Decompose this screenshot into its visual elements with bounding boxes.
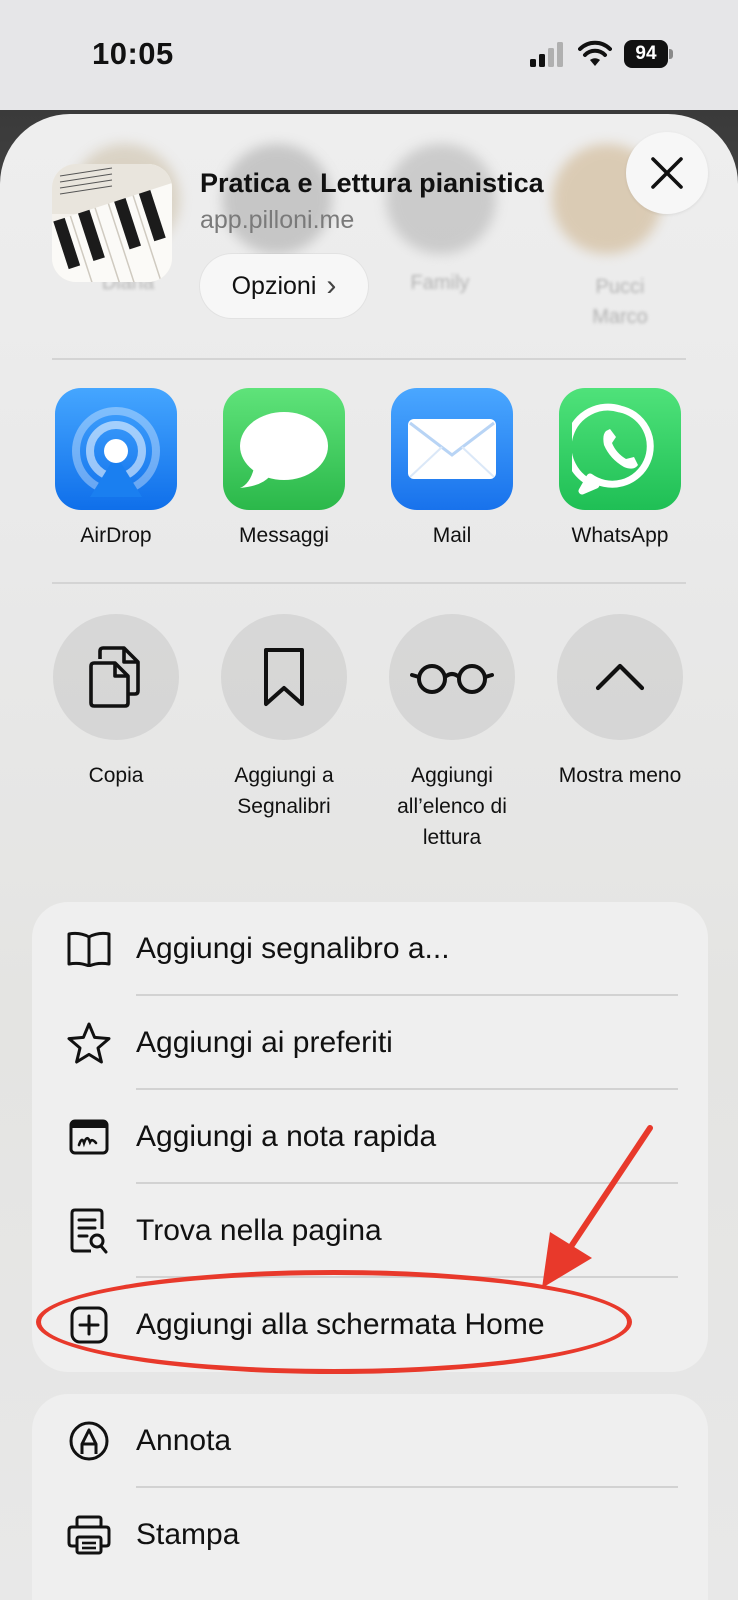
airdrop-icon [55,388,177,510]
menu-item-label: Aggiungi segnalibro a... [136,932,450,965]
share-target-label: WhatsApp [571,524,669,547]
bookmark-icon [264,648,304,706]
menu-item-label: Trova nella pagina [136,1214,382,1247]
menu-item-label: Stampa [136,1518,240,1551]
divider [52,582,686,584]
app-thumbnail [52,164,172,282]
action-label: Mostra meno [558,764,682,787]
page-url: app.pilloni.me [200,206,355,234]
menu-item-add-favorites[interactable]: Aggiungi ai preferiti [32,996,708,1090]
action-label: Aggiungi all’elenco di lettura [397,764,507,849]
ghost-contact-label: Family [410,272,470,294]
star-icon [66,1020,112,1066]
messages-icon [223,388,345,510]
action-copy-button[interactable] [53,614,179,740]
mail-icon [391,388,513,510]
action-bookmark-button[interactable] [221,614,347,740]
annotation-arrow-icon [542,1125,653,1288]
cellular-signal-icon [530,42,563,67]
action-label: Copia [88,764,144,787]
share-target-label: Mail [432,524,472,547]
menu-item-print[interactable]: Stampa [32,1488,708,1582]
status-bar: 10:05 94 [0,0,738,110]
options-button[interactable]: Opzioni › [200,254,368,318]
close-icon [651,157,683,189]
whatsapp-icon [559,388,681,510]
status-time: 10:05 [92,36,174,71]
printer-icon [66,1512,112,1558]
quick-note-icon [66,1114,112,1160]
wifi-icon [578,40,612,66]
copy-icon [89,646,140,708]
battery-level: 94 [624,40,668,68]
menu-item-label: Aggiungi a nota rapida [136,1120,437,1153]
find-in-page-icon [66,1208,112,1254]
share-target-messages[interactable]: Messaggi [209,388,359,548]
action-copy[interactable]: Copia [31,614,201,791]
menu-item-label: Annota [136,1424,232,1457]
menu-item-markup[interactable]: Annota [32,1394,708,1488]
options-label: Opzioni [231,271,317,300]
chevron-right-icon: › [326,269,337,302]
action-label: Aggiungi a Segnalibri [234,764,334,818]
action-add-bookmark[interactable]: Aggiungi a Segnalibri [199,614,369,822]
menu-item-add-bookmark-to[interactable]: Aggiungi segnalibro a... [32,902,708,996]
share-sheet: Diana Family Pucci Marco Pratica e Lettu… [0,114,738,1600]
divider [52,358,686,360]
share-target-airdrop[interactable]: AirDrop [41,388,191,548]
share-target-label: AirDrop [80,524,152,547]
ghost-contact-label: Pucci Marco [592,276,648,328]
action-show-less-button[interactable] [557,614,683,740]
menu-item-label: Aggiungi ai preferiti [136,1026,393,1059]
close-button[interactable] [626,132,708,214]
battery-icon: 94 [624,40,673,68]
share-target-whatsapp[interactable]: WhatsApp [545,388,695,548]
glasses-icon [410,664,494,694]
share-target-mail[interactable]: Mail [377,388,527,548]
page-title: Pratica e Lettura pianistica [200,168,544,198]
chevron-up-icon [595,663,645,691]
action-show-less[interactable]: Mostra meno [535,614,705,791]
action-reading-list-button[interactable] [389,614,515,740]
menu-group-secondary: Annota Stampa [32,1394,708,1600]
action-reading-list[interactable]: Aggiungi all’elenco di lettura [367,614,537,853]
book-icon [66,926,112,972]
share-target-label: Messaggi [239,524,329,547]
markup-icon [66,1418,112,1464]
